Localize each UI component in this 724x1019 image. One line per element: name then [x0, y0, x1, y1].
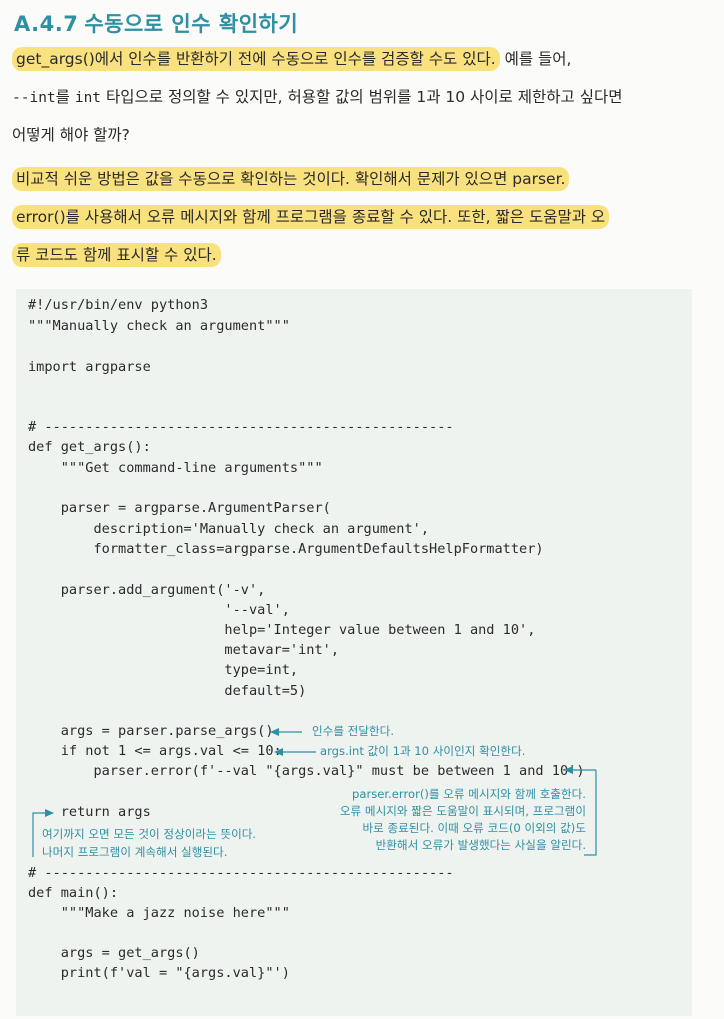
annotation-arrows [32, 728, 597, 857]
annotation-parse-args: 인수를 전달한다. [312, 724, 395, 738]
arrow-head [564, 766, 573, 774]
arrow-head [45, 809, 54, 817]
annotation-error-3: 바로 종료된다. 이때 오류 코드(0 이외의 값)도 [362, 821, 586, 835]
annotation-error-2: 오류 메시지와 짧은 도움말이 표시되며, 프로그램이 [339, 804, 586, 818]
annotation-error-1: parser.error()를 오류 메시지와 함께 호출한다. [352, 787, 586, 801]
arrow-head [274, 748, 283, 756]
annotation-error-4: 반환해서 오류가 발생했다는 사실을 알린다. [375, 838, 586, 852]
annotation-range-check: args.int 값이 1과 10 사이인지 확인한다. [320, 744, 526, 758]
annotation-return-1: 여기까지 오면 모든 것이 정상이라는 뜻이다. [42, 827, 257, 841]
annotation-return-2: 나머지 프로그램이 계속해서 실행된다. [42, 845, 228, 859]
arrow-head [270, 728, 279, 736]
